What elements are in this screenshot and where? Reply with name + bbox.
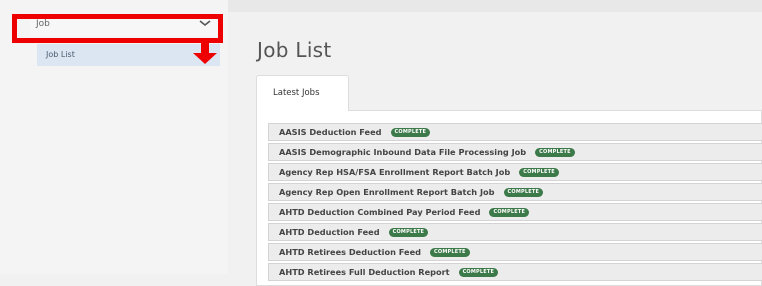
job-name: AHTD Retirees Full Deduction Report [279,267,450,277]
status-badge: COMPLETE [430,247,470,257]
job-name: AASIS Demographic Inbound Data File Proc… [279,147,527,157]
status-badge: COMPLETE [535,147,575,157]
job-row[interactable]: AHTD Retirees Full Deduction Report COMP… [268,263,762,281]
page-title: Job List [257,38,332,62]
job-name: Agency Rep Open Enrollment Report Batch … [279,187,495,197]
sidebar-item-job-list-label: Job List [46,50,75,59]
status-badge: COMPLETE [489,207,530,217]
job-list: AASIS Deduction Feed COMPLETE AASIS Demo… [268,123,762,283]
status-badge: COMPLETE [458,267,499,277]
job-row[interactable]: AASIS Demographic Inbound Data File Proc… [268,143,762,161]
job-row[interactable]: AHTD Retirees Deduction Feed COMPLETE [268,243,762,261]
main-content: Job List Latest Jobs AASIS Deduction Fee… [232,12,762,286]
job-row[interactable]: Agency Rep Open Enrollment Report Batch … [268,183,762,201]
latest-jobs-panel: AASIS Deduction Feed COMPLETE AASIS Demo… [256,111,762,286]
job-row[interactable]: Agency Rep HSA/FSA Enrollment Report Bat… [268,163,762,181]
tab-latest-jobs[interactable]: Latest Jobs [256,75,349,111]
job-row[interactable]: AASIS Deduction Feed COMPLETE [268,123,762,141]
job-name: AASIS Deduction Feed [279,127,382,137]
job-row[interactable]: AHTD Deduction Combined Pay Period Feed … [268,203,762,221]
job-name: Agency Rep HSA/FSA Enrollment Report Bat… [279,167,511,177]
annotation-highlight-box [12,14,223,43]
tab-latest-jobs-label: Latest Jobs [273,88,320,98]
status-badge: COMPLETE [503,187,544,197]
job-name: AHTD Retirees Deduction Feed [279,247,422,257]
arrow-down-icon [193,43,217,64]
status-badge: COMPLETE [390,127,431,137]
status-badge: COMPLETE [519,167,559,177]
job-row[interactable]: AHTD Deduction Feed COMPLETE [268,223,762,241]
job-name: AHTD Deduction Combined Pay Period Feed [279,207,481,217]
status-badge: COMPLETE [388,227,429,237]
job-name: AHTD Deduction Feed [279,227,380,237]
